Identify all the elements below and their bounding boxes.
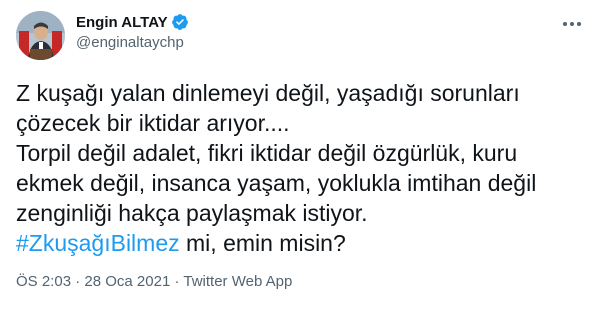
author-handle[interactable]: @enginaltaychp xyxy=(76,34,189,51)
hashtag-link[interactable]: #ZkuşağıBilmez xyxy=(16,230,180,256)
avatar[interactable] xyxy=(16,11,65,60)
meta-separator: · xyxy=(174,273,180,290)
meta-separator: · xyxy=(75,273,81,290)
tweet-line-last: #ZkuşağıBilmez mi, emin misin? xyxy=(16,228,586,258)
verified-badge-icon xyxy=(171,13,189,31)
name-row: Engin ALTAY xyxy=(76,12,189,32)
tweet-text-suffix: mi, emin misin? xyxy=(179,230,346,256)
tweet-line: çözecek bir iktidar arıyor.... xyxy=(16,110,290,136)
tweet-line: Z kuşağı yalan dinlemeyi değil, yaşadığı… xyxy=(16,80,520,106)
avatar-image xyxy=(16,11,65,60)
author-name[interactable]: Engin ALTAY xyxy=(76,14,168,31)
tweet-metadata: ÖS 2:03 · 28 Oca 2021 · Twitter Web App xyxy=(16,273,292,290)
tweet-card: Engin ALTAY @enginaltaychp Z kuşağı yala… xyxy=(0,0,598,310)
tweet-line: Torpil değil adalet, fikri iktidar değil… xyxy=(16,140,518,166)
tweet-line: zenginliği hakça paylaşmak istiyor. xyxy=(16,200,368,226)
tweet-date[interactable]: 28 Oca 2021 xyxy=(84,273,170,290)
tweet-line: ekmek değil, insanca yaşam, yoklukla imt… xyxy=(16,170,537,196)
tweet-body: Z kuşağı yalan dinlemeyi değil, yaşadığı… xyxy=(16,78,586,258)
tweet-source[interactable]: Twitter Web App xyxy=(183,273,292,290)
more-options-icon[interactable] xyxy=(560,14,584,34)
tweet-header: Engin ALTAY @enginaltaychp xyxy=(76,12,189,51)
tweet-time[interactable]: ÖS 2:03 xyxy=(16,273,71,290)
